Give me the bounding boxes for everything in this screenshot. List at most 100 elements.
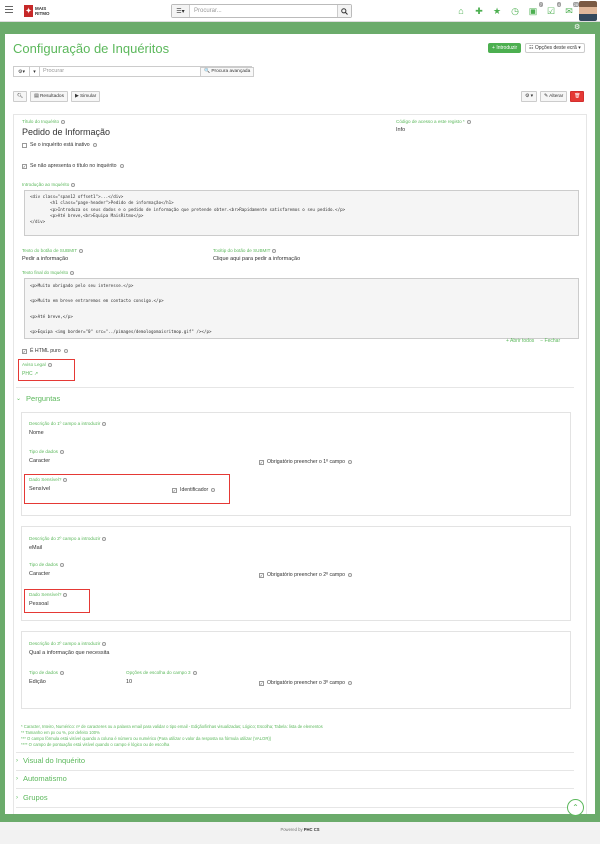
- global-search: ☰▾ Procurar...: [171, 4, 352, 18]
- title-value: Pedido de Informação: [22, 127, 111, 137]
- page-title: Configuração de Inquéritos: [13, 41, 170, 56]
- final-line-3: <p>Muito em breve entraremos em contacto…: [30, 298, 164, 304]
- chevron-up-icon: ⌃: [572, 803, 579, 812]
- gear-icon[interactable]: ⚙: [574, 23, 580, 31]
- q2-required-label: Obrigatório preencher o 2º campo: [267, 572, 346, 578]
- q3-desc-value: Qual a informação que necessita: [29, 650, 110, 656]
- submit-tooltip-value: Clique aqui para pedir a informação: [213, 256, 301, 262]
- q3-required-checkbox[interactable]: ✓ Obrigatório preencher o 3º campo: [259, 680, 353, 686]
- chevron-down-icon: ⌄: [16, 396, 22, 402]
- home-icon[interactable]: ⌂: [455, 5, 467, 17]
- top-navbar: ✦ MAIS RITMO ☰▾ Procurar... ⌂ ✚ ★ ◷ ▣ 7 ☑ 4…: [0, 0, 600, 22]
- favorites-icon[interactable]: ★: [491, 5, 503, 17]
- recent-icon[interactable]: ◷: [509, 5, 521, 17]
- expand-links: + Abrir todos − Fechar: [506, 338, 560, 344]
- calendar-badge: 7: [538, 2, 543, 7]
- q1-identifier-checkbox[interactable]: ✓ Identificador: [172, 487, 216, 493]
- legal-notice-link[interactable]: PHC ↗: [22, 371, 38, 377]
- divider: [16, 788, 574, 789]
- submit-text-label: Texto do botão de SUBMIT: [22, 248, 84, 253]
- q3-type-value: Edição: [29, 679, 46, 685]
- search-icon: 🔍︎: [17, 94, 24, 99]
- q1-desc-value: Nome: [29, 430, 44, 436]
- introduce-button-label: Introduzir: [496, 45, 518, 51]
- groups-section-header[interactable]: › Grupos: [16, 793, 48, 802]
- final-line-2: [30, 290, 573, 298]
- global-search-input[interactable]: Procurar...: [190, 5, 337, 17]
- scroll-to-top-button[interactable]: ⌃: [567, 799, 584, 816]
- q1-sensitive-label: Dado Sensível?: [29, 477, 68, 482]
- note-4: **** O campo de pontuação está visível q…: [21, 742, 170, 747]
- question-card-2: Descrição do 2º campo a introduzir eMail…: [21, 526, 571, 621]
- access-code-value: Info: [396, 127, 406, 133]
- q2-sensitive-value: Pessoal: [29, 601, 49, 607]
- divider: [16, 770, 574, 771]
- visual-section-header[interactable]: › Visual do Inquérito: [16, 756, 85, 765]
- messages-icon[interactable]: ✉ 28: [563, 2, 579, 17]
- inactive-checkbox[interactable]: Se o inquérito está inativo: [22, 142, 97, 148]
- menu-icon[interactable]: [5, 6, 13, 14]
- final-line-1: <p>Muito obrigado pelo seu interesse.</p…: [30, 283, 134, 288]
- q1-desc-label: Descrição do 1º campo a introduzir: [29, 421, 107, 426]
- questions-section-header[interactable]: ⌄ Perguntas: [16, 394, 60, 403]
- final-line-6: [30, 321, 573, 329]
- html-pure-checkbox[interactable]: ✓ É HTML puro: [22, 348, 68, 354]
- q1-required-label: Obrigatório preencher o 1º campo: [267, 459, 346, 465]
- questions-section-title: Perguntas: [26, 394, 61, 403]
- legal-notice-label: Aviso Legal: [22, 362, 52, 367]
- groups-section-title: Grupos: [23, 793, 48, 802]
- results-button[interactable]: ▤ Resultados: [30, 91, 68, 102]
- automation-section-header[interactable]: › Automatismo: [16, 774, 67, 783]
- final-code-block: <p>Muito obrigado pelo seu interesse.</p…: [24, 278, 579, 339]
- search-button[interactable]: 🔍︎: [13, 91, 28, 102]
- q2-desc-value: eMail: [29, 545, 43, 551]
- q2-required-checkbox[interactable]: ✓ Obrigatório preencher o 2º campo: [259, 572, 353, 578]
- results-label: Resultados: [39, 94, 64, 99]
- divider: [16, 387, 574, 388]
- inactive-label: Se o inquérito está inativo: [30, 142, 90, 148]
- logo-mark: ✦: [24, 4, 33, 17]
- footer: Powered by PHC CS: [0, 822, 600, 844]
- search-filter-dropdown[interactable]: ▾: [30, 67, 40, 76]
- simulate-label: Simular: [80, 94, 97, 99]
- final-line-4: [30, 305, 573, 313]
- main-panel: Configuração de Inquéritos + Introduzir …: [5, 34, 595, 814]
- search-icon[interactable]: [337, 5, 351, 17]
- introduce-button[interactable]: + Introduzir: [488, 43, 522, 53]
- brand-logo[interactable]: ✦ MAIS RITMO: [24, 4, 50, 17]
- edit-button[interactable]: ✎ Alterar: [540, 91, 568, 102]
- hide-title-checkbox[interactable]: ✓ Se não apresenta o título no inquérito: [22, 163, 124, 169]
- delete-button[interactable]: 🗑︎: [570, 91, 585, 102]
- q1-required-checkbox[interactable]: ✓ Obrigatório preencher o 1º campo: [259, 459, 353, 465]
- close-all-link[interactable]: − Fechar: [540, 338, 560, 344]
- q3-type-label: Tipo de dados: [29, 670, 64, 675]
- add-icon[interactable]: ✚: [473, 5, 485, 17]
- search-scope-dropdown[interactable]: ☰▾: [172, 5, 190, 17]
- access-code-label: Código de acesso a este registo *: [396, 119, 471, 124]
- q3-options-label: Opções de escolha do campo 3: [126, 670, 197, 675]
- tasks-icon[interactable]: ☑ 4: [545, 2, 561, 17]
- html-pure-label: É HTML puro: [30, 348, 61, 354]
- field-notes: * Caracter, Inteiro, Numérico: nº de car…: [21, 724, 323, 748]
- q1-identifier-label: Identificador: [180, 487, 209, 493]
- open-all-link[interactable]: + Abrir todos: [506, 338, 534, 344]
- q2-sensitive-label: Dado Sensível?: [29, 592, 68, 597]
- screen-options-button[interactable]: ☷ Opções deste ecrã ▾: [525, 43, 585, 53]
- divider: [16, 752, 574, 753]
- screen-options-label: Opções deste ecrã: [534, 45, 577, 51]
- calendar-icon[interactable]: ▣ 7: [527, 2, 543, 17]
- simulate-button[interactable]: ▶ Simular: [70, 91, 101, 102]
- intro-label: Introdução ao Inquérito: [22, 182, 76, 187]
- advanced-search-button[interactable]: 🔍 Procura avançada: [200, 67, 255, 77]
- actions-dropdown[interactable]: ⚙ ▾: [521, 91, 538, 102]
- final-line-5: <p>Até breve,</p>: [30, 313, 73, 319]
- divider: [16, 807, 574, 808]
- final-text-label: Texto final do Inquérito: [22, 270, 75, 275]
- automation-section-title: Automatismo: [23, 774, 67, 783]
- q2-type-value: Caracter: [29, 571, 51, 577]
- intro-code-block: <div class="span12 offset1">...</div> <h…: [24, 190, 579, 236]
- user-avatar[interactable]: [579, 1, 597, 21]
- q1-type-label: Tipo de dados: [29, 449, 64, 454]
- q3-required-label: Obrigatório preencher o 3º campo: [267, 680, 346, 686]
- search-settings-icon[interactable]: ⚙▾: [14, 67, 30, 76]
